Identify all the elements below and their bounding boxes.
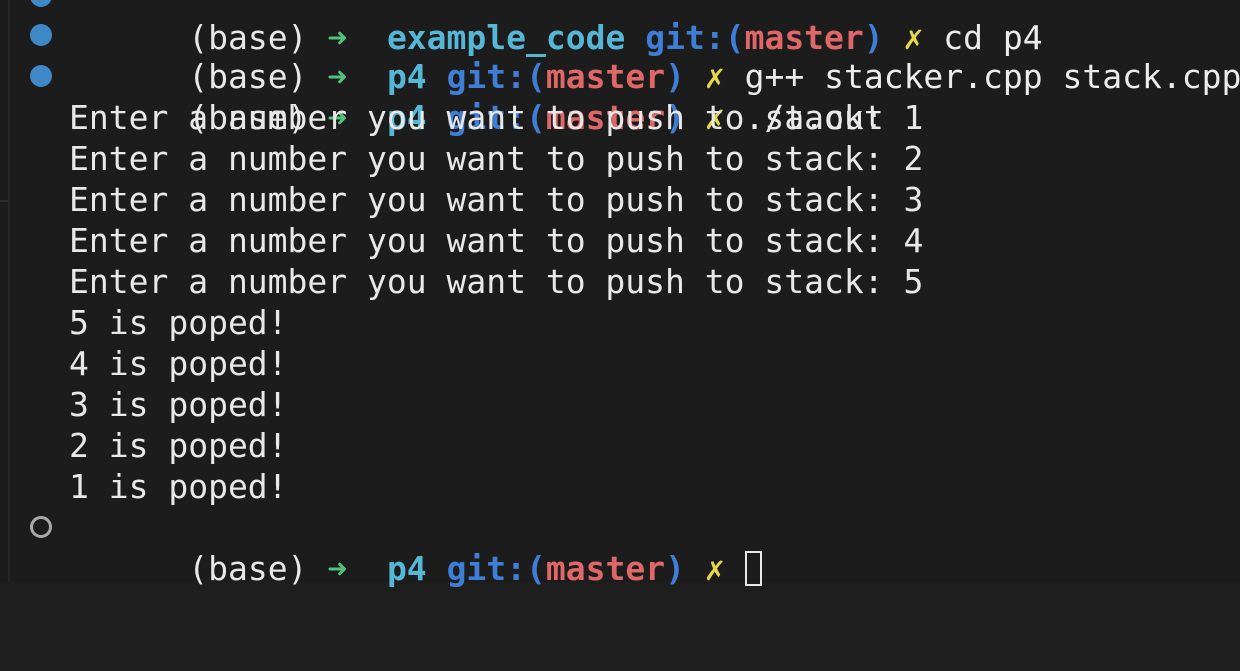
output-line: 2 is poped! bbox=[0, 425, 288, 466]
terminal-panel[interactable]: (base) ➜ example_code git:(master) ✗ cd … bbox=[0, 0, 1240, 588]
directory-label: p4 bbox=[386, 549, 427, 588]
output-line: Enter a number you want to push to stack… bbox=[0, 261, 923, 302]
output-text: 1 is poped! bbox=[69, 467, 288, 506]
command-pending-icon bbox=[30, 516, 52, 538]
output-text: Enter a number you want to push to stack… bbox=[69, 98, 924, 137]
dirty-mark-icon: ✗ bbox=[704, 549, 725, 588]
output-text: Enter a number you want to push to stack… bbox=[69, 262, 924, 301]
output-text: 2 is poped! bbox=[69, 426, 288, 465]
prompt-line: (base) ➜ p4 git:(master) ✗ ./a.out bbox=[0, 56, 884, 137]
branch-label: master bbox=[545, 549, 666, 588]
prompt-arrow-icon: ➜ bbox=[327, 549, 348, 588]
output-text: Enter a number you want to push to stack… bbox=[69, 221, 924, 260]
git-close: ) bbox=[665, 549, 685, 588]
prompt-line: (base) ➜ p4 git:(master) ✗ g++ stacker.c… bbox=[0, 15, 1240, 96]
prompt-line-current[interactable]: (base) ➜ p4 git:(master) ✗ bbox=[0, 507, 762, 588]
output-line: 3 is poped! bbox=[0, 384, 288, 425]
output-line: 5 is poped! bbox=[0, 302, 288, 343]
output-text: 4 is poped! bbox=[69, 344, 288, 383]
output-text: Enter a number you want to push to stack… bbox=[69, 139, 924, 178]
output-line: Enter a number you want to push to stack… bbox=[0, 97, 923, 138]
text-cursor[interactable] bbox=[744, 551, 762, 586]
output-line: Enter a number you want to push to stack… bbox=[0, 179, 923, 220]
output-text: 5 is poped! bbox=[69, 303, 288, 342]
command-success-icon[interactable] bbox=[30, 65, 52, 87]
env-label: (base) bbox=[188, 549, 308, 588]
output-text: Enter a number you want to push to stack… bbox=[69, 180, 924, 219]
output-line: 1 is poped! bbox=[0, 466, 288, 507]
output-text: 3 is poped! bbox=[69, 385, 288, 424]
git-label: git:( bbox=[446, 549, 546, 588]
output-line: Enter a number you want to push to stack… bbox=[0, 220, 923, 261]
command-success-icon[interactable] bbox=[30, 24, 52, 46]
output-line: Enter a number you want to push to stack… bbox=[0, 138, 923, 179]
command-success-icon bbox=[30, 0, 52, 7]
output-line: 4 is poped! bbox=[0, 343, 288, 384]
